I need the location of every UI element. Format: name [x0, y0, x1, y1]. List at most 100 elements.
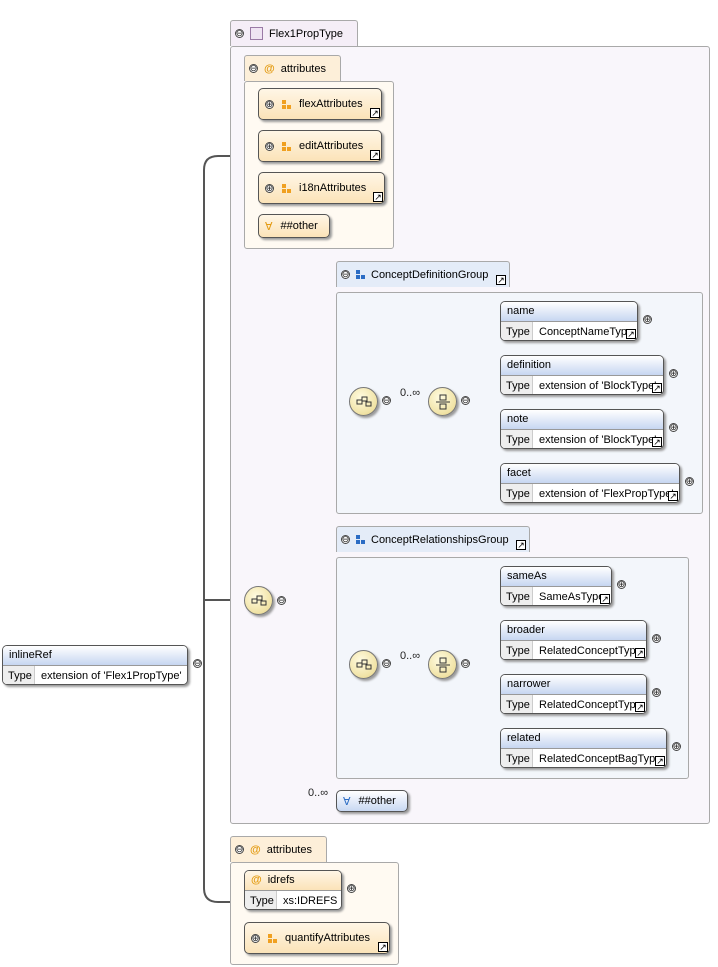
reference-arrow-icon[interactable]: ↗: [652, 437, 662, 447]
element-narrower[interactable]: narrower Type RelatedConceptType ↗: [500, 674, 647, 714]
collapse-icon[interactable]: ⊖: [193, 659, 202, 668]
reference-arrow-icon[interactable]: ↗: [370, 150, 380, 160]
collapse-icon[interactable]: ⊖: [382, 396, 391, 405]
collapse-icon[interactable]: ⊖: [461, 396, 470, 405]
expand-icon[interactable]: ⊕: [617, 580, 626, 589]
sequence-icon: [251, 595, 266, 605]
attribute-title: @ idrefs: [245, 871, 341, 891]
expand-icon[interactable]: ⊕: [265, 141, 274, 151]
type-label: Type: [501, 749, 533, 767]
root-element-inlineRef[interactable]: inlineRef Type extension of 'Flex1PropTyp…: [2, 645, 188, 685]
concept-definition-group-tab[interactable]: ⊖ ConceptDefinitionGroup ↗: [336, 261, 510, 287]
element-broader[interactable]: broader Type RelatedConceptType ↗: [500, 620, 647, 660]
collapse-icon[interactable]: ⊖: [341, 270, 350, 279]
expand-icon[interactable]: ⊕: [643, 315, 652, 324]
reference-arrow-icon[interactable]: ↗: [668, 491, 678, 501]
attributes-label: attributes: [266, 843, 312, 856]
attribute-group-name: quantifyAttributes: [285, 932, 370, 944]
attribute-icon: @: [251, 874, 262, 886]
reference-arrow-icon[interactable]: ↗: [635, 702, 645, 712]
element-title: definition: [501, 356, 663, 376]
reference-arrow-icon[interactable]: ↗: [373, 192, 383, 202]
type-label: Type: [501, 695, 533, 713]
collapse-icon[interactable]: ⊖: [341, 535, 350, 544]
expand-icon[interactable]: ⊕: [669, 369, 678, 378]
choice-compositor[interactable]: [428, 650, 457, 679]
occurrence-label: 0..∞: [400, 387, 421, 399]
collapse-icon[interactable]: ⊖: [235, 845, 244, 854]
type-label: Type: [245, 891, 277, 909]
type-value: ConceptNameType: [539, 326, 634, 338]
attributes-tab[interactable]: ⊖ @ attributes: [244, 55, 341, 81]
choice-compositor[interactable]: [428, 387, 457, 416]
element-title: name: [501, 302, 637, 322]
type-label: Type: [501, 430, 533, 448]
expand-icon[interactable]: ⊕: [685, 477, 694, 486]
any-element[interactable]: ∀ ##other: [336, 790, 408, 812]
collapse-icon[interactable]: ⊖: [382, 659, 391, 668]
reference-arrow-icon[interactable]: ↗: [652, 383, 662, 393]
attribute-icon: @: [250, 843, 261, 856]
attribute-group-icon: [268, 933, 277, 943]
element-title: note: [501, 410, 663, 430]
expand-icon[interactable]: ⊕: [265, 183, 274, 193]
type-value: RelatedConceptType: [539, 645, 642, 657]
any-attribute[interactable]: ∀ ##other: [258, 214, 330, 238]
attributes-tab-bottom[interactable]: ⊖ @ attributes: [230, 836, 327, 862]
concept-relationships-group-tab[interactable]: ⊖ ConceptRelationshipsGroup ↗: [336, 526, 530, 552]
element-related[interactable]: related Type RelatedConceptBagType ↗: [500, 728, 667, 768]
any-icon: ∀: [265, 220, 273, 233]
group-name: ConceptDefinitionGroup: [371, 268, 489, 281]
expand-icon[interactable]: ⊕: [669, 423, 678, 432]
type-label: Type: [501, 376, 533, 394]
occurrence-label: 0..∞: [400, 650, 421, 662]
any-attribute-label: ##other: [280, 220, 318, 232]
type-value: extension of 'BlockType': [539, 380, 657, 392]
collapse-icon[interactable]: ⊖: [277, 596, 286, 605]
attribute-group-flexAttributes[interactable]: ⊕ flexAttributes ↗: [258, 88, 382, 120]
attribute-group-editAttributes[interactable]: ⊕ editAttributes ↗: [258, 130, 382, 162]
any-element-label: ##other: [358, 795, 396, 807]
complex-type-name: Flex1PropType: [269, 27, 343, 40]
reference-arrow-icon[interactable]: ↗: [370, 108, 380, 118]
sequence-compositor[interactable]: [349, 387, 378, 416]
complex-type-tab[interactable]: ⊖ Flex1PropType: [230, 20, 358, 46]
expand-icon[interactable]: ⊕: [251, 933, 260, 943]
expand-icon[interactable]: ⊕: [672, 742, 681, 751]
collapse-icon[interactable]: ⊖: [249, 64, 258, 73]
element-name[interactable]: name Type ConceptNameType ↗: [500, 301, 638, 341]
element-title: narrower: [501, 675, 646, 695]
attribute-group-icon: [282, 141, 291, 151]
expand-icon[interactable]: ⊕: [347, 884, 356, 893]
attribute-group-name: editAttributes: [299, 140, 364, 152]
element-facet[interactable]: facet Type extension of 'FlexPropType' ↗: [500, 463, 680, 503]
sequence-compositor[interactable]: [349, 650, 378, 679]
attribute-group-i18nAttributes[interactable]: ⊕ i18nAttributes ↗: [258, 172, 385, 204]
attribute-group-name: flexAttributes: [299, 98, 363, 110]
type-label: Type: [3, 666, 35, 684]
collapse-icon[interactable]: ⊖: [235, 29, 244, 38]
attribute-idrefs[interactable]: @ idrefs Type xs:IDREFS: [244, 870, 342, 910]
reference-arrow-icon[interactable]: ↗: [626, 329, 636, 339]
occurrence-label: 0..∞: [308, 787, 329, 799]
choice-compositor-main[interactable]: [244, 586, 273, 615]
type-label: Type: [501, 641, 533, 659]
attribute-group-quantifyAttributes[interactable]: ⊕ quantifyAttributes ↗: [244, 922, 390, 954]
expand-icon[interactable]: ⊕: [265, 99, 274, 109]
choice-icon: [435, 394, 450, 409]
expand-icon[interactable]: ⊕: [652, 688, 661, 697]
reference-arrow-icon[interactable]: ↗: [635, 648, 645, 658]
attribute-icon: @: [264, 62, 275, 75]
reference-arrow-icon[interactable]: ↗: [378, 942, 388, 952]
element-note[interactable]: note Type extension of 'BlockType' ↗: [500, 409, 664, 449]
reference-arrow-icon[interactable]: ↗: [600, 594, 610, 604]
expand-icon[interactable]: ⊕: [652, 634, 661, 643]
element-definition[interactable]: definition Type extension of 'BlockType' …: [500, 355, 664, 395]
type-label: Type: [501, 587, 533, 605]
reference-arrow-icon[interactable]: ↗: [655, 756, 665, 766]
attributes-label: attributes: [280, 62, 326, 75]
element-sameAs[interactable]: sameAs Type SameAsType ↗: [500, 566, 612, 606]
reference-arrow-icon[interactable]: ↗: [516, 540, 526, 550]
collapse-icon[interactable]: ⊖: [461, 659, 470, 668]
reference-arrow-icon[interactable]: ↗: [496, 275, 506, 285]
